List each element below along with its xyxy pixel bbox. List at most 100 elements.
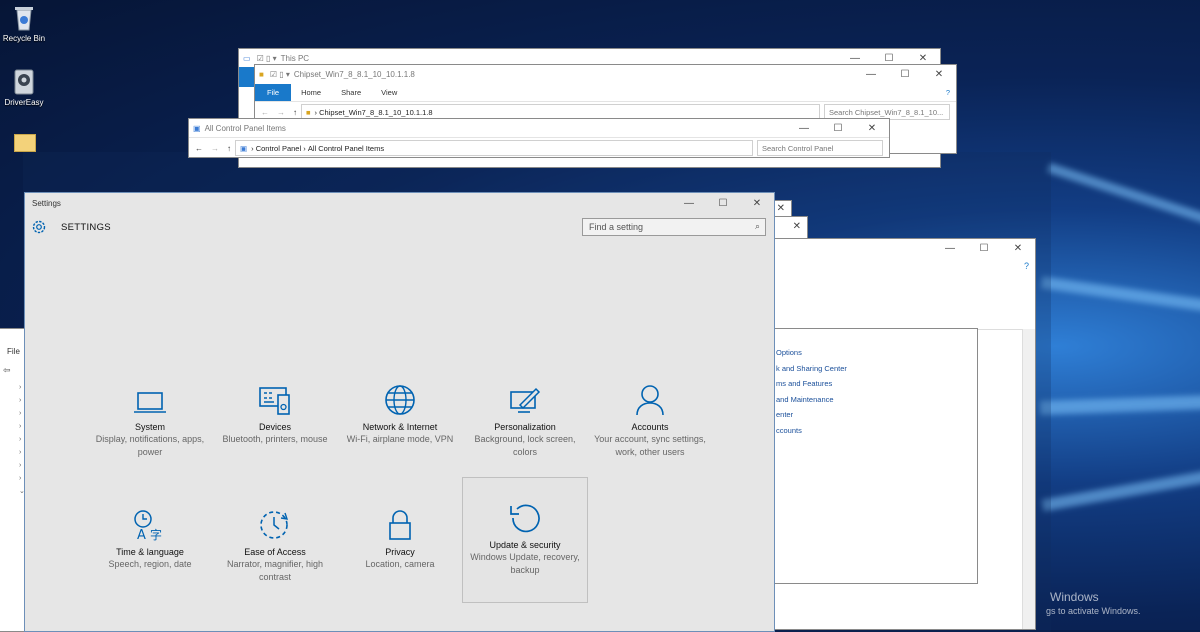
address-bar[interactable]: ▣ › Control Panel › All Control Panel Ite… <box>235 140 753 156</box>
tile-accounts[interactable]: Accounts Your account, sync settings, wo… <box>590 376 710 500</box>
cpl-link[interactable]: enter <box>776 410 793 419</box>
tile-name: Ease of Access <box>244 547 306 557</box>
close-button[interactable]: ✕ <box>855 123 889 134</box>
window-title: Chipset_Win7_8_8.1_10_10.1.1.8 <box>293 69 415 79</box>
folder-icon: ■ <box>306 107 311 117</box>
tile-time-language[interactable]: A字 Time & language Speech, region, date <box>90 501 210 625</box>
maximize-button[interactable]: ☐ <box>967 243 1001 254</box>
window-title: This PC <box>280 53 310 63</box>
tile-name: Privacy <box>385 547 415 557</box>
close-button[interactable]: ✕ <box>793 221 801 232</box>
breadcrumb-all-items[interactable]: All Control Panel Items <box>308 144 384 153</box>
help-icon[interactable]: ? <box>1024 261 1029 271</box>
tile-name: System <box>134 422 165 432</box>
cpl-link[interactable]: ms and Features <box>776 379 832 388</box>
ribbon-tab-file[interactable]: File <box>255 83 292 101</box>
svg-text:字: 字 <box>150 527 162 541</box>
file-tab-edge <box>239 67 255 87</box>
svg-text:A: A <box>137 528 146 541</box>
gear-icon <box>31 219 47 240</box>
menu-file[interactable]: File <box>7 347 20 356</box>
window-control-panel[interactable]: ▣ All Control Panel Items — ☐ ✕ ← → ↑ ▣ ›… <box>188 118 890 158</box>
minimize-button[interactable]: — <box>672 198 706 209</box>
maximize-button[interactable]: ☐ <box>888 69 922 80</box>
search-input[interactable]: Search Control Panel <box>757 140 883 156</box>
tile-privacy[interactable]: Privacy Location, camera <box>340 501 460 625</box>
back-arrow-icon[interactable]: ← <box>195 144 203 153</box>
maximize-button[interactable]: ☐ <box>872 53 906 64</box>
maximize-button[interactable]: ☐ <box>706 198 740 209</box>
this-pc-icon: ▭ <box>243 53 251 63</box>
tile-description: Bluetooth, printers, mouse <box>222 434 328 444</box>
minimize-button[interactable]: — <box>854 69 888 80</box>
window-title: All Control Panel Items <box>204 123 286 133</box>
scrollbar[interactable] <box>1022 329 1035 629</box>
close-button[interactable]: ✕ <box>740 198 774 209</box>
search-placeholder: Search Control Panel <box>762 143 834 153</box>
close-button[interactable]: ✕ <box>922 69 956 80</box>
close-button[interactable]: ✕ <box>906 53 940 64</box>
help-icon[interactable]: ? <box>946 88 950 97</box>
desktop-light-ray <box>1040 276 1200 312</box>
close-button[interactable]: ✕ <box>777 203 785 214</box>
ease-of-access-icon <box>215 501 335 541</box>
tile-devices[interactable]: Devices Bluetooth, printers, mouse <box>215 376 335 500</box>
cpl-link[interactable]: Options <box>776 348 802 357</box>
back-arrow-icon[interactable]: ⇦ <box>3 365 11 376</box>
page-title: SETTINGS <box>61 222 111 233</box>
window-title: Settings <box>32 198 61 208</box>
ribbon-tab-home[interactable]: Home <box>291 88 331 97</box>
tile-name: Update & security <box>489 540 561 550</box>
search-placeholder: Search Chipset_Win7_8_8.1_10... <box>829 107 944 117</box>
tile-name: Personalization <box>494 422 556 432</box>
paint-icon <box>465 376 585 416</box>
tile-description: Display, notifications, apps, power <box>95 434 205 457</box>
cpl-link[interactable]: and Maintenance <box>776 395 834 404</box>
control-panel-icon: ▣ <box>240 143 248 153</box>
quick-access-icon: ☑ ▯ ▾ <box>269 69 290 79</box>
up-arrow-icon[interactable]: ↑ <box>227 144 231 153</box>
watermark-line-2: gs to activate Windows. <box>1046 606 1141 616</box>
minimize-button[interactable]: — <box>838 53 872 64</box>
minimize-button[interactable]: — <box>933 243 967 254</box>
desktop-icon-drivereasy[interactable]: DriverEasy <box>2 68 46 108</box>
search-placeholder: Find a setting <box>589 222 644 232</box>
breadcrumb-control-panel[interactable]: Control Panel <box>256 144 301 153</box>
desktop-icon-recycle-bin[interactable]: Recycle Bin <box>2 4 46 44</box>
tile-network-internet[interactable]: Network & Internet Wi-Fi, airplane mode,… <box>340 376 460 500</box>
search-input[interactable]: Find a setting ⌕ <box>582 218 766 236</box>
cpl-link[interactable]: k and Sharing Center <box>776 364 847 373</box>
tile-description: Speech, region, date <box>108 559 192 569</box>
desktop-light-ray <box>1046 162 1200 225</box>
tile-description: Location, camera <box>365 559 435 569</box>
globe-icon <box>340 376 460 416</box>
tile-description: Your account, sync settings, work, other… <box>594 434 706 457</box>
time-language-icon: A字 <box>90 501 210 541</box>
desktop-light-ray <box>1039 395 1200 415</box>
devices-icon <box>215 376 335 416</box>
folder-icon: ■ <box>259 69 264 79</box>
tile-description: Wi-Fi, airplane mode, VPN <box>346 434 454 444</box>
search-icon[interactable]: ⌕ <box>755 221 760 232</box>
forward-arrow-icon[interactable]: → <box>277 108 285 117</box>
forward-arrow-icon[interactable]: → <box>211 144 219 153</box>
ribbon-tab-share[interactable]: Share <box>331 88 371 97</box>
up-arrow-icon[interactable]: ↑ <box>293 108 297 117</box>
tile-name: Devices <box>258 422 291 432</box>
drivereasy-icon <box>9 68 39 95</box>
tile-system[interactable]: System Display, notifications, apps, pow… <box>90 376 210 500</box>
maximize-button[interactable]: ☐ <box>821 123 855 134</box>
close-button[interactable]: ✕ <box>1001 243 1035 254</box>
cpl-link[interactable]: ccounts <box>776 426 802 435</box>
ribbon-tab-view[interactable]: View <box>371 88 407 97</box>
folder-icon[interactable] <box>14 134 36 152</box>
minimize-button[interactable]: — <box>787 123 821 134</box>
tile-name: Time & language <box>116 547 184 557</box>
tile-ease-of-access[interactable]: Ease of Access Narrator, magnifier, high… <box>215 501 335 625</box>
tile-name: Network & Internet <box>362 422 438 432</box>
back-arrow-icon[interactable]: ← <box>261 108 269 117</box>
tile-update-security[interactable]: Update & security Windows Update, recove… <box>462 477 588 603</box>
window-settings[interactable]: Settings — ☐ ✕ SETTINGS Find a setting ⌕… <box>24 192 775 632</box>
quick-access-icon: ☑ ▯ ▾ <box>256 53 277 63</box>
desktop-icon-label: Recycle Bin <box>2 34 46 43</box>
